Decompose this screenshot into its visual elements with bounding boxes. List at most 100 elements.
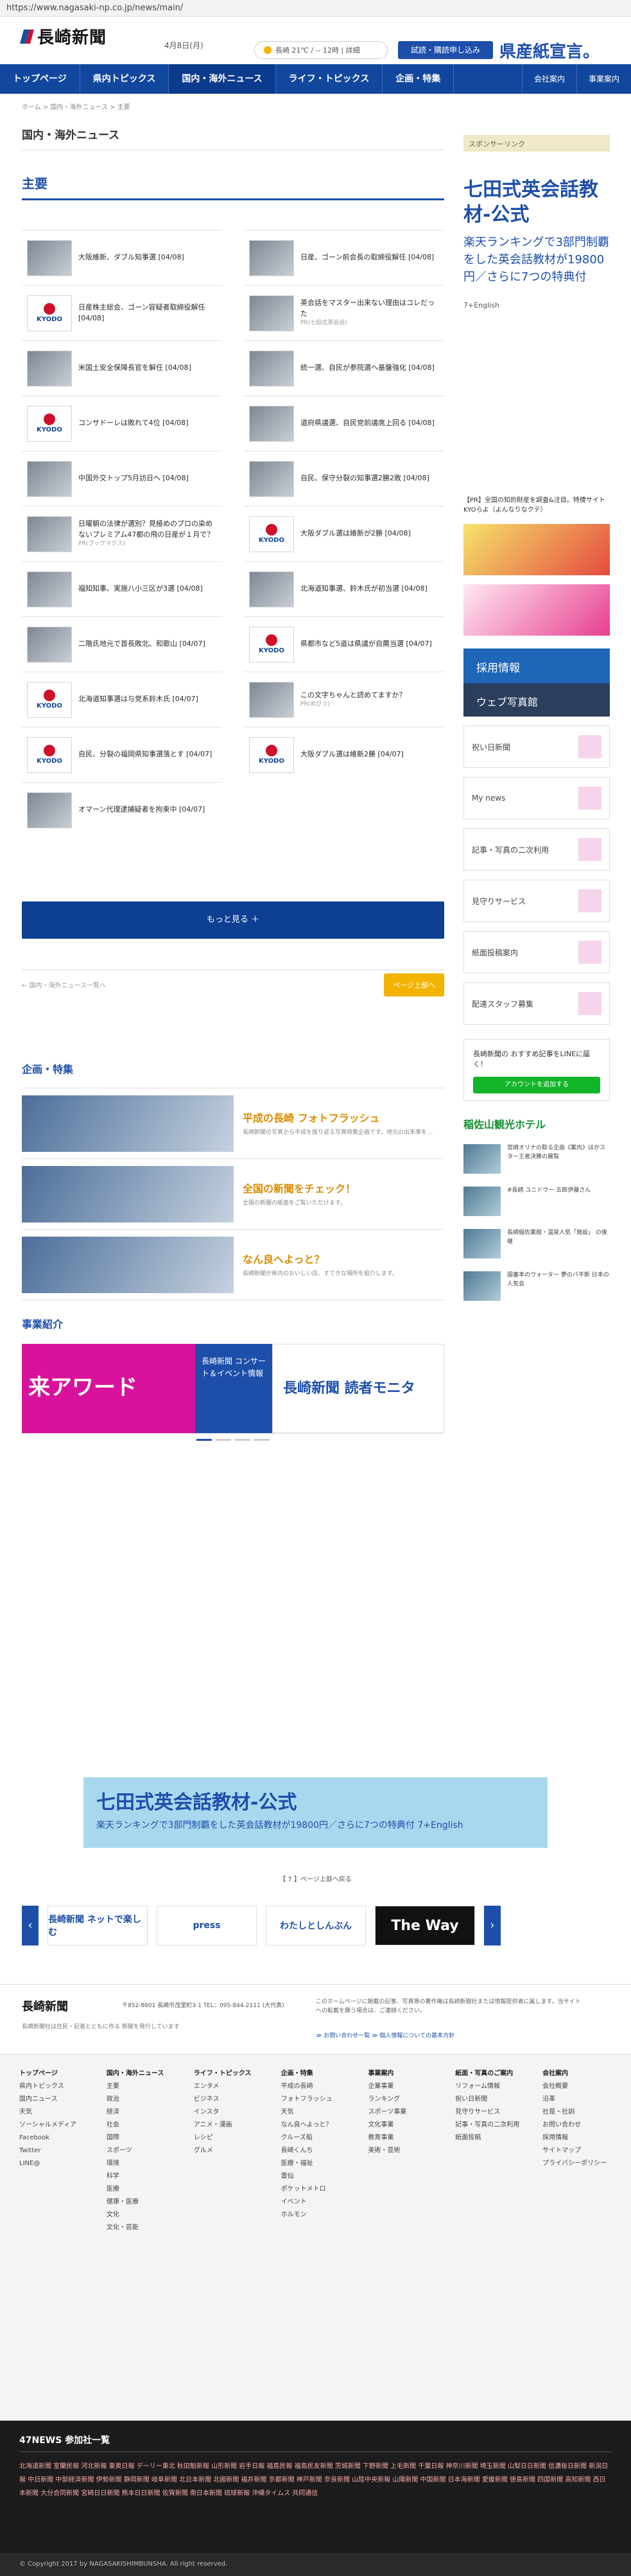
ad-title[interactable]: 七田式英会話教材-公式 bbox=[463, 177, 610, 227]
sitemap-item[interactable]: アニメ・漫画 bbox=[194, 2119, 263, 2132]
hotel-news-item[interactable]: 国書本のウォーター 夢のバ平新 日本の人気会 bbox=[463, 1271, 610, 1301]
sitemap-item[interactable]: ポケットメトロ bbox=[281, 2183, 350, 2196]
nav-national-world[interactable]: 国内・海外ニュース bbox=[169, 64, 276, 94]
sitemap-item[interactable]: ランキング bbox=[368, 2093, 437, 2106]
nav-company[interactable]: 会社案内 bbox=[521, 64, 576, 94]
sitemap-item[interactable]: 主要 bbox=[107, 2080, 176, 2093]
bottom-ad-body[interactable]: 楽天ランキングで3部門制覇をした英会話教材が19800円／さらに7つの特典付 7… bbox=[96, 1818, 535, 1831]
sitemap-item[interactable]: ビジネス bbox=[194, 2093, 263, 2106]
weather-widget[interactable]: 長崎 21℃ / -- 12時 | 詳細 bbox=[254, 41, 388, 59]
recruit-banner[interactable]: 採用情報 bbox=[463, 648, 610, 683]
sitemap-item[interactable]: グルメ bbox=[194, 2145, 263, 2157]
footer-logo[interactable]: 長崎新聞 bbox=[22, 1997, 68, 2014]
sitemap-item[interactable]: 経済 bbox=[107, 2106, 176, 2119]
carousel-dot[interactable] bbox=[254, 1439, 270, 1441]
breadcrumb[interactable]: ホーム > 国内・海外ニュース > 主要 bbox=[22, 101, 130, 111]
back-to-top-caption[interactable]: 【 7 】ページ上部へ戻る bbox=[0, 1874, 631, 1883]
news-headline[interactable]: 大阪ダブル選は維新2勝 [04/07] bbox=[300, 749, 404, 760]
sitemap-item[interactable]: 天気 bbox=[281, 2106, 350, 2119]
carousel-dot[interactable] bbox=[196, 1439, 212, 1441]
photo-shop-banner[interactable]: ウェブ写真館 bbox=[463, 683, 610, 717]
sitemap-item[interactable]: 美術・芸術 bbox=[368, 2145, 437, 2157]
sponsored-headline[interactable]: この文字ちゃんと読めてますか？ bbox=[300, 691, 406, 699]
hotel-news-item[interactable]: 長崎稲佐薬館・温泉人気「施設」 の後継 bbox=[463, 1229, 610, 1258]
sitemap-item[interactable]: 会社概要 bbox=[542, 2080, 612, 2093]
sitemap-item[interactable]: 県内トピックス bbox=[19, 2080, 89, 2093]
campaign-banner[interactable] bbox=[463, 584, 610, 636]
47news-member-list[interactable]: 北海道新聞 室蘭民報 河北新報 東奥日報 デーリー東北 秋田魁新報 山形新聞 岩… bbox=[19, 2460, 612, 2500]
news-headline[interactable]: 道府県議選、自民党前議席上回る [04/08] bbox=[300, 418, 435, 429]
sponsored-item[interactable]: この文字ちゃんと読めてますか？ PR(めびう) bbox=[244, 672, 444, 727]
sponsored-item[interactable]: 日曜朝の法律が選別？見極めのプロの染めないプレミアム47都の飛の日産が１月で？ P… bbox=[22, 506, 222, 561]
news-headline[interactable]: 日曜朝の法律が選別？見極めのプロの染めないプレミアム47都の飛の日産が１月で？ P… bbox=[78, 519, 217, 549]
news-item[interactable]: オマーン代理逮捕疑者を拘束中 [04/07] bbox=[22, 782, 222, 837]
sitemap-item[interactable]: リフォーム情報 bbox=[455, 2080, 524, 2093]
sitemap-item[interactable]: 国際 bbox=[107, 2132, 176, 2145]
news-item[interactable]: KYODO 大阪ダブル選は維新が2勝 [04/08] bbox=[244, 506, 444, 561]
news-item[interactable]: 北海道知事選、鈴木氏が初当選 [04/08] bbox=[244, 561, 444, 616]
trial-subscription-button[interactable]: 試読・購読申し込み bbox=[398, 41, 493, 59]
news-headline[interactable]: 自民、保守分裂の知事選2勝2敗 [04/08] bbox=[300, 473, 429, 484]
sitemap-heading[interactable]: ライフ・トピックス bbox=[194, 2067, 263, 2080]
news-headline[interactable]: 統一選、自民が参院選へ基盤強化 [04/08] bbox=[300, 363, 435, 374]
nav-local-topics[interactable]: 県内トピックス bbox=[80, 64, 169, 94]
nav-top[interactable]: トップページ bbox=[0, 64, 80, 94]
nav-life-topics[interactable]: ライフ・トピックス bbox=[276, 64, 383, 94]
hotel-news-text[interactable]: 宮崎オリナの取る企画《案内》ほかスター王者決勝の展覧 bbox=[507, 1144, 610, 1174]
nav-business[interactable]: 事業案内 bbox=[576, 64, 631, 94]
sitemap-item[interactable]: スポーツ事業 bbox=[368, 2106, 437, 2119]
line-add-button[interactable]: アカウントを追加する bbox=[473, 1077, 600, 1093]
sitemap-item[interactable]: 科学 bbox=[107, 2170, 176, 2183]
hotel-news-text[interactable]: 長崎稲佐薬館・温泉人気「施設」 の後継 bbox=[507, 1229, 610, 1258]
news-item[interactable]: 二階氏地元で首長敗北、和歌山 [04/07] bbox=[22, 616, 222, 672]
sitemap-item[interactable]: ホルモン bbox=[281, 2209, 350, 2222]
news-headline[interactable]: 北海道知事選は与党系鈴木氏 [04/07] bbox=[78, 694, 198, 705]
sitemap-item[interactable]: 国内ニュース bbox=[19, 2093, 89, 2106]
partner-logo[interactable]: わたしとしんぶん bbox=[266, 1906, 366, 1945]
back-to-list-link[interactable]: ← 国内・海外ニュース一覧へ bbox=[22, 980, 106, 989]
news-item[interactable]: KYODO コンサドーレは敗れて4位 [04/08] bbox=[22, 396, 222, 451]
hotel-news-item[interactable]: 宮崎オリナの取る企画《案内》ほかスター王者決勝の展覧 bbox=[463, 1144, 610, 1174]
nav-features[interactable]: 企画・特集 bbox=[383, 64, 454, 94]
news-headline[interactable]: オマーン代理逮捕疑者を拘束中 [04/07] bbox=[78, 805, 205, 815]
news-item[interactable]: 日産、ゴーン前会長の取締役解任 [04/08] bbox=[244, 230, 444, 285]
bottom-ad-banner[interactable]: 七田式英会話教材-公式 楽天ランキングで3部門制覇をした英会話教材が19800円… bbox=[83, 1777, 548, 1848]
sitemap-item[interactable]: プライバシーポリシー bbox=[542, 2157, 612, 2170]
news-item[interactable]: KYODO 北海道知事選は与党系鈴木氏 [04/07] bbox=[22, 672, 222, 727]
sitemap-item[interactable]: イベント bbox=[281, 2196, 350, 2209]
sitemap-heading[interactable]: 会社案内 bbox=[542, 2067, 612, 2080]
sitemap-item[interactable]: レシピ bbox=[194, 2132, 263, 2145]
sitemap-item[interactable]: 天気 bbox=[19, 2106, 89, 2119]
news-headline[interactable]: 中国外交トップ5月訪日へ [04/08] bbox=[78, 473, 189, 484]
news-item[interactable]: KYODO 自民、分裂の福岡県知事選落とす [04/07] bbox=[22, 727, 222, 782]
sidebar-link[interactable]: 記事・写真の二次利用 bbox=[463, 828, 610, 871]
sitemap-item[interactable]: 長崎くんち bbox=[281, 2145, 350, 2157]
partner-logo[interactable]: press bbox=[157, 1906, 257, 1945]
conan-banner[interactable] bbox=[463, 524, 610, 575]
hotel-sponsor-title[interactable]: 稲佐山観光ホテル bbox=[463, 1116, 610, 1131]
feature-row[interactable]: なん良へよっと？ 長崎新聞が県内のおいしい店、すてきな場所を紹介します。 bbox=[22, 1230, 444, 1300]
feature-image[interactable] bbox=[22, 1095, 234, 1152]
sitemap-item[interactable]: インスタ bbox=[194, 2106, 263, 2119]
hotel-news-item[interactable]: #長崎 ユニドウー 五郎伊藤さん bbox=[463, 1187, 610, 1216]
news-headline[interactable]: 日産、ゴーン前会長の取締役解任 [04/08] bbox=[300, 252, 434, 263]
sitemap-item[interactable]: 医療 bbox=[107, 2183, 176, 2196]
carousel-dot[interactable] bbox=[216, 1439, 231, 1441]
sitemap-item[interactable]: 雲仙 bbox=[281, 2170, 350, 2183]
sidebar-link[interactable]: 祝い日新聞 bbox=[463, 726, 610, 768]
sitemap-item[interactable]: 紙面投稿 bbox=[455, 2132, 524, 2145]
sitemap-item[interactable]: 文化 bbox=[107, 2209, 176, 2222]
sitemap-item[interactable]: 文化事業 bbox=[368, 2119, 437, 2132]
sitemap-heading[interactable]: 国内・海外ニュース bbox=[107, 2067, 176, 2080]
partner-logo[interactable]: 長崎新聞 ネットで楽しむ bbox=[48, 1906, 148, 1945]
news-headline[interactable]: この文字ちゃんと読めてますか？ PR(めびう) bbox=[300, 690, 406, 709]
sitemap-item[interactable]: 社会 bbox=[107, 2119, 176, 2132]
sidebar-link[interactable]: 紙面投稿案内 bbox=[463, 931, 610, 973]
sponsored-headline[interactable]: 英会話をマスター出来ない理由はコレだった bbox=[300, 299, 435, 318]
feature-row[interactable]: 全国の新聞をチェック！ 全国の新聞の紙面をご覧いただけます。 bbox=[22, 1159, 444, 1230]
sitemap-item[interactable]: 企業事業 bbox=[368, 2080, 437, 2093]
feature-heading[interactable]: 平成の長崎 フォトフラッシュ bbox=[243, 1110, 433, 1125]
url-text[interactable]: https://www.nagasaki-np.co.jp/news/main/ bbox=[6, 3, 183, 13]
sitemap-item[interactable]: 平成の長崎 bbox=[281, 2080, 350, 2093]
news-headline[interactable]: 二階氏地元で首長敗北、和歌山 [04/07] bbox=[78, 639, 205, 650]
